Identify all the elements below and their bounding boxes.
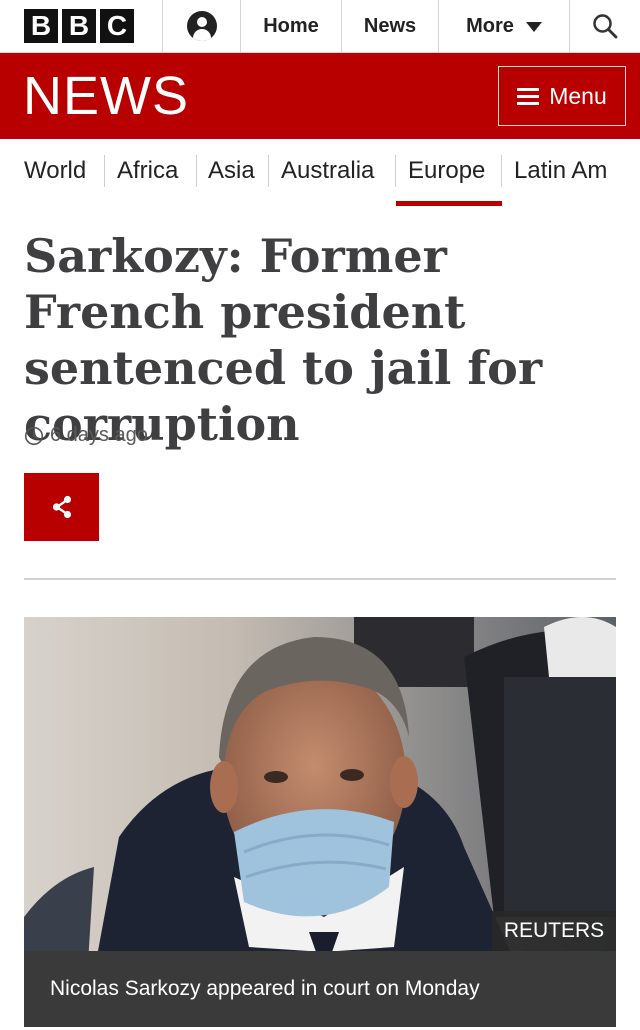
bbc-logo-link[interactable]: B B C [0,0,163,52]
hamburger-icon [517,87,540,105]
nav-more-label: More [466,14,514,37]
nav-more-button[interactable]: More [439,0,570,52]
article-image: REUTERS Nicolas Sarkozy appeared in cour… [24,617,616,1027]
region-tab-world[interactable]: World [24,157,86,185]
search-button[interactable] [570,0,640,52]
divider [24,578,616,580]
region-nav: World Africa Asia Australia Europe Latin… [0,139,640,209]
nav-news[interactable]: News [342,0,439,52]
logo-block: B [62,9,96,43]
region-tab-australia[interactable]: Australia [281,157,374,185]
clock-icon [24,426,44,445]
image-credit: REUTERS [492,911,616,951]
menu-label: Menu [549,82,607,109]
region-separator [395,155,396,187]
nav-home[interactable]: Home [241,0,342,52]
article-timestamp: 6 days ago [24,424,148,447]
search-icon [593,14,618,39]
user-icon [186,11,217,41]
chevron-down-icon [525,22,542,32]
region-separator [104,155,105,187]
region-tab-latin-america[interactable]: Latin Am [514,157,607,185]
region-tab-asia[interactable]: Asia [208,157,255,185]
timestamp-text: 6 days ago [50,424,148,446]
region-separator [268,155,269,187]
logo-block: C [100,9,134,43]
region-separator [196,155,197,187]
region-separator [501,155,502,187]
active-tab-indicator [396,201,502,206]
logo-block: B [24,9,58,43]
news-banner: NEWS Menu [0,53,640,139]
article-headline: Sarkozy: Former French president sentenc… [24,229,543,451]
share-icon [52,495,71,519]
region-tab-africa[interactable]: Africa [117,157,178,185]
top-bar: B B C Home News More [0,0,640,53]
share-button[interactable] [24,473,99,541]
bbc-logo: B B C [24,9,134,43]
image-caption: Nicolas Sarkozy appeared in court on Mon… [24,951,616,1027]
account-button[interactable] [163,0,241,52]
region-tab-europe[interactable]: Europe [408,157,485,185]
news-logo[interactable]: NEWS [23,65,189,127]
menu-button[interactable]: Menu [498,66,626,126]
